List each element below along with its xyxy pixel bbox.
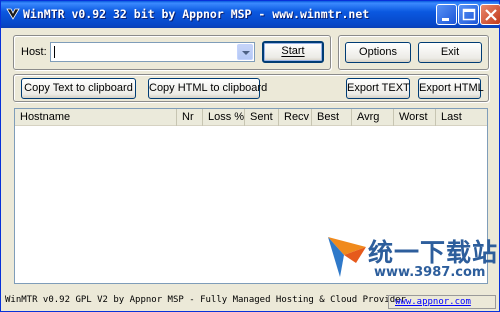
exit-button[interactable]: Exit bbox=[418, 42, 482, 63]
close-window-button[interactable] bbox=[480, 4, 500, 25]
column-header-avrg[interactable]: Avrg bbox=[352, 109, 394, 126]
chevron-down-icon bbox=[242, 51, 250, 55]
watermark-logo-icon bbox=[328, 237, 366, 277]
host-combobox[interactable] bbox=[50, 42, 255, 62]
window-title: WinMTR v0.92 32 bit by Appnor MSP - www.… bbox=[23, 7, 370, 21]
close-icon bbox=[485, 9, 497, 21]
export-html-button[interactable]: Export HTML bbox=[418, 78, 484, 99]
host-label: Host: bbox=[21, 46, 47, 58]
exit-button-label: Exit bbox=[440, 46, 460, 58]
table-header: Hostname Nr Loss % Sent Recv Best Avrg W… bbox=[15, 109, 487, 126]
start-button-label: Start bbox=[281, 45, 305, 57]
copy-html-button[interactable]: Copy HTML to clipboard bbox=[148, 78, 267, 99]
column-header-loss[interactable]: Loss % bbox=[203, 109, 245, 126]
column-header-recv[interactable]: Recv bbox=[279, 109, 312, 126]
watermark-text: 统一下载站 bbox=[368, 238, 499, 267]
export-text-button[interactable]: Export TEXT bbox=[346, 78, 410, 99]
maximize-button[interactable] bbox=[458, 4, 479, 25]
options-button-label: Options bbox=[359, 46, 397, 58]
column-header-nr[interactable]: Nr bbox=[177, 109, 203, 126]
appnor-link[interactable]: www.appnor.com bbox=[388, 295, 496, 309]
column-header-sent[interactable]: Sent bbox=[245, 109, 279, 126]
options-button[interactable]: Options bbox=[345, 42, 411, 63]
app-icon bbox=[6, 8, 20, 20]
watermark-url: www.3987.com bbox=[374, 265, 486, 280]
export-html-button-label: Export HTML bbox=[419, 82, 484, 94]
column-header-hostname[interactable]: Hostname bbox=[15, 109, 177, 126]
winmtr-window: WinMTR v0.92 32 bit by Appnor MSP - www.… bbox=[0, 0, 500, 312]
column-header-last[interactable]: Last bbox=[436, 109, 487, 126]
copy-text-button-label: Copy Text to clipboard bbox=[24, 82, 133, 94]
text-cursor bbox=[54, 46, 55, 58]
title-bar[interactable]: WinMTR v0.92 32 bit by Appnor MSP - www.… bbox=[1, 1, 500, 28]
column-header-worst[interactable]: Worst bbox=[394, 109, 436, 126]
column-header-best[interactable]: Best bbox=[312, 109, 352, 126]
export-text-button-label: Export TEXT bbox=[347, 82, 410, 94]
copy-text-button[interactable]: Copy Text to clipboard bbox=[21, 78, 136, 99]
minimize-icon bbox=[442, 18, 449, 21]
copy-html-button-label: Copy HTML to clipboard bbox=[149, 82, 268, 94]
minimize-button[interactable] bbox=[436, 4, 457, 25]
start-button[interactable]: Start bbox=[262, 41, 324, 63]
combobox-dropdown-button[interactable] bbox=[237, 44, 253, 60]
watermark: 统一下载站 www.3987.com bbox=[326, 233, 499, 283]
maximize-icon bbox=[462, 8, 476, 21]
status-bar: WinMTR v0.92 GPL V2 by Appnor MSP - Full… bbox=[1, 291, 499, 311]
status-text: WinMTR v0.92 GPL V2 by Appnor MSP - Full… bbox=[5, 295, 406, 305]
